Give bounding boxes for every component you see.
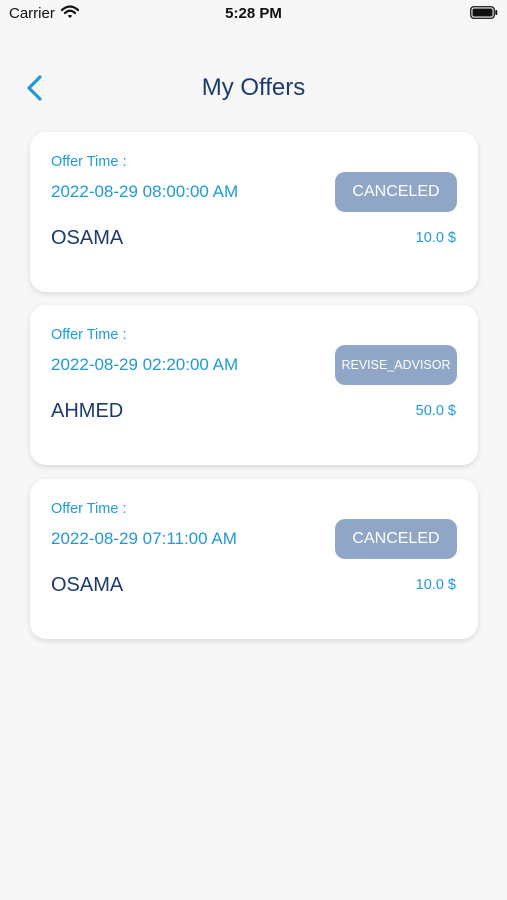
offer-card[interactable]: Offer Time : 2022-08-29 08:00:00 AM CANC… <box>30 132 478 292</box>
offer-card[interactable]: Offer Time : 2022-08-29 02:20:00 AM REVI… <box>30 305 478 465</box>
status-badge: REVISE_ADVISOR <box>335 345 457 385</box>
status-time: 5:28 PM <box>225 5 282 22</box>
offer-time-value: 2022-08-29 07:11:00 AM <box>51 529 237 548</box>
offer-time-value: 2022-08-29 08:00:00 AM <box>51 182 239 201</box>
page-title: My Offers <box>201 74 306 101</box>
offer-price: 10.0 $ <box>415 577 456 593</box>
client-name: OSAMA <box>51 574 124 596</box>
offer-price: 10.0 $ <box>415 230 456 246</box>
status-badge: CANCELED <box>335 172 457 212</box>
battery-icon <box>470 6 498 19</box>
status-bar: Carrier 5:28 PM <box>0 0 507 28</box>
client-name: AHMED <box>51 400 124 422</box>
status-badge: CANCELED <box>335 519 457 559</box>
navigation-bar: My Offers <box>0 64 507 112</box>
offer-time-label: Offer Time : <box>51 501 127 517</box>
offer-price: 50.0 $ <box>415 403 456 419</box>
offer-time-label: Offer Time : <box>51 154 127 170</box>
client-name: OSAMA <box>51 227 124 249</box>
offer-time-label: Offer Time : <box>51 327 127 343</box>
offer-card[interactable]: Offer Time : 2022-08-29 07:11:00 AM CANC… <box>30 479 478 639</box>
offer-time-value: 2022-08-29 02:20:00 AM <box>51 355 239 374</box>
